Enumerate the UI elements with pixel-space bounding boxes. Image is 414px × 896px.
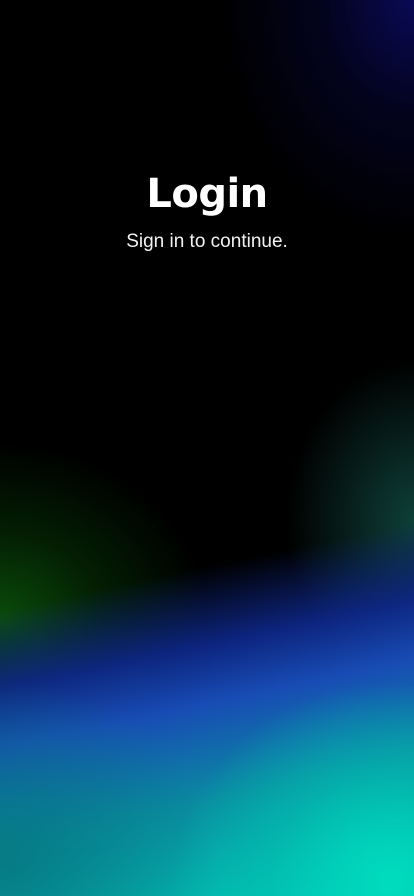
background-bottom-right-glow xyxy=(0,0,414,896)
background-green-glow xyxy=(0,0,414,896)
page-subtitle: Sign in to continue. xyxy=(126,231,288,252)
background-teal-glow xyxy=(0,0,414,896)
page-title: Login xyxy=(146,171,268,217)
background-navy-glow xyxy=(0,0,414,896)
background-gradient-band xyxy=(0,0,414,896)
login-screen: Login Sign in to continue. xyxy=(0,0,414,896)
background-bottom-left-glow xyxy=(0,0,414,896)
login-header: Login Sign in to continue. xyxy=(0,168,414,254)
